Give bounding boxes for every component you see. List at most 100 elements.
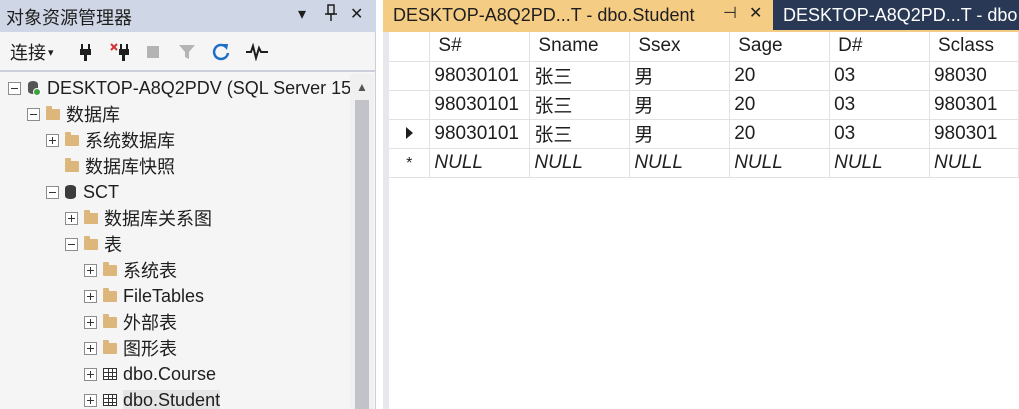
row-selector[interactable] [389,90,431,120]
table-row[interactable]: 98030101 张三 男 20 03 98030 [389,61,1019,91]
tree-node-sct-database[interactable]: SCT [46,179,119,205]
object-explorer-panel: 对象资源管理器 ▾ ✕ 连接 ▾ DESKTOP-A8Q2PDV (SQL Se… [0,0,376,409]
cell-s-no[interactable]: 98030101 [429,90,531,120]
collapse-icon[interactable] [65,237,78,251]
scroll-up-icon[interactable]: ▲ [356,80,368,94]
tree-node-external-tables[interactable]: 外部表 [84,309,177,335]
refresh-icon[interactable] [210,40,232,64]
collapse-icon[interactable] [46,185,59,199]
expand-icon[interactable] [84,393,97,407]
cell-sage[interactable]: 20 [729,119,831,149]
column-header[interactable]: Sage [729,32,831,62]
tree-node-filetables[interactable]: FileTables [84,283,204,309]
tree-node-database-snapshots[interactable]: 数据库快照 [46,153,175,179]
tree-node-label: DESKTOP-A8Q2PDV (SQL Server 15 [47,77,350,98]
new-row-star-icon: * [406,154,413,172]
row-selector[interactable]: * [389,148,431,178]
table-row-new[interactable]: * NULL NULL NULL NULL NULL NULL [389,148,1019,178]
window-position-dropdown-icon[interactable]: ▾ [298,4,306,24]
tree-node-label: 系统数据库 [85,131,175,151]
cell-sclass[interactable]: 98030 [929,61,1019,91]
expand-icon[interactable] [84,263,97,277]
expand-icon[interactable] [84,315,97,329]
stop-icon[interactable] [144,40,162,64]
table-row-current[interactable]: 98030101 张三 男 20 03 980301 [389,119,1019,149]
cell-sname[interactable]: NULL [529,148,631,178]
auto-hide-pin-icon[interactable] [324,4,338,27]
tree-node-dbo-student[interactable]: dbo.Student [84,387,221,409]
cell-d-no[interactable]: 03 [829,119,930,149]
cell-s-no[interactable]: 98030101 [429,61,531,91]
tree-node-label: SCT [83,181,119,202]
cell-d-no[interactable]: 03 [829,61,930,91]
tree-node-label: 数据库 [66,105,120,125]
cell-sage[interactable]: 20 [729,90,831,120]
expand-icon[interactable] [84,341,97,355]
expand-icon[interactable] [84,367,97,381]
tree-node-databases[interactable]: 数据库 [27,101,120,127]
collapse-icon[interactable] [8,81,21,95]
tree-node-system-tables[interactable]: 系统表 [84,257,177,283]
cell-ssex[interactable]: 男 [629,61,731,91]
expand-icon[interactable] [65,211,78,225]
folder-icon [84,209,98,224]
column-header[interactable]: Sname [529,32,631,62]
expand-icon[interactable] [84,289,97,303]
cell-d-no[interactable]: 03 [829,90,930,120]
activity-monitor-icon[interactable] [244,40,270,64]
tree-node-dbo-course[interactable]: dbo.Course [84,361,216,387]
column-header[interactable]: Ssex [629,32,731,62]
connect-plug-icon[interactable] [76,40,96,64]
table-row[interactable]: 98030101 张三 男 20 03 980301 [389,90,1019,120]
disconnect-icon[interactable] [108,40,134,64]
collapse-icon[interactable] [27,107,40,121]
tree-node-tables[interactable]: 表 [65,231,122,257]
object-explorer-title: 对象资源管理器 [6,8,132,28]
scrollbar-thumb[interactable] [355,100,369,409]
cell-sname[interactable]: 张三 [529,61,631,91]
expand-icon[interactable] [46,133,59,147]
cell-s-no[interactable]: NULL [429,148,531,178]
corner-cell[interactable] [389,32,431,62]
row-selector[interactable] [389,119,431,149]
pin-tab-icon[interactable]: ⊣ [723,3,737,23]
folder-icon [103,287,117,302]
column-header[interactable]: S# [429,32,531,62]
tab-label: DESKTOP-A8Q2PD...T - dbo [783,4,1018,25]
cell-sclass[interactable]: 980301 [929,90,1019,120]
cell-sage[interactable]: 20 [729,61,831,91]
cell-sname[interactable]: 张三 [529,90,631,120]
tree-node-database-diagrams[interactable]: 数据库关系图 [65,205,212,231]
tab-dbo-student[interactable]: DESKTOP-A8Q2PD...T - dbo.Student ⊣ ✕ [383,0,773,30]
cell-sname[interactable]: 张三 [529,119,631,149]
tree-vertical-scrollbar[interactable]: ▲ [350,74,374,409]
tree-node-server[interactable]: DESKTOP-A8Q2PDV (SQL Server 15 [8,75,350,101]
cell-s-no[interactable]: 98030101 [429,119,531,149]
tree-node-graph-tables[interactable]: 图形表 [84,335,177,361]
close-tab-icon[interactable]: ✕ [749,3,762,23]
folder-icon [84,235,98,250]
cell-ssex[interactable]: 男 [629,90,731,120]
table-data-grid: S# Sname Ssex Sage D# Sclass 98030101 张三… [383,32,1019,409]
column-header[interactable]: Sclass [929,32,1019,62]
cell-ssex[interactable]: 男 [629,119,731,149]
tree-node-label: FileTables [123,285,205,306]
tab-label: DESKTOP-A8Q2PD...T - dbo.Student [393,4,695,25]
tab-other-document[interactable]: DESKTOP-A8Q2PD...T - dbo [773,0,1019,30]
column-header[interactable]: D# [829,32,930,62]
results-table: S# Sname Ssex Sage D# Sclass 98030101 张三… [389,32,1019,178]
cell-sage[interactable]: NULL [729,148,831,178]
database-icon [65,185,76,199]
close-panel-icon[interactable]: ✕ [350,4,363,24]
row-selector[interactable] [389,61,431,91]
folder-icon [65,157,79,172]
cell-sclass[interactable]: NULL [929,148,1019,178]
cell-d-no[interactable]: NULL [829,148,930,178]
connect-button[interactable]: 连接 ▾ [10,40,54,64]
cell-ssex[interactable]: NULL [629,148,731,178]
cell-sclass[interactable]: 980301 [929,119,1019,149]
filter-icon[interactable] [176,40,198,64]
folder-icon [103,339,117,354]
tree-node-system-databases[interactable]: 系统数据库 [46,127,175,153]
connect-label: 连接 [10,43,46,63]
